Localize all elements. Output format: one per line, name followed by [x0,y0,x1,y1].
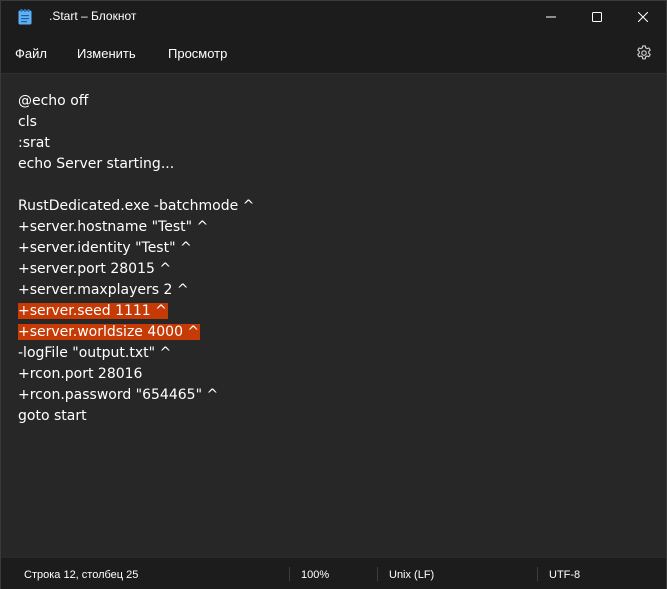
zoom-level[interactable]: 100% [301,569,329,581]
editor-line: +rcon.port 28016 [18,366,143,382]
editor-line: RustDedicated.exe -batchmode ^ [18,198,255,214]
selected-text: +server.worldsize 4000 ^ [18,324,201,340]
encoding[interactable]: UTF-8 [549,569,580,581]
close-button[interactable] [620,1,666,33]
editor-line: cls [18,114,37,130]
editor-line: +server.identity "Test" ^ [18,240,192,256]
editor-line: echo Server starting... [18,156,175,172]
menu-edit[interactable]: Изменить [77,46,136,61]
status-bar: Строка 12, столбец 25 100% Unix (LF) UTF… [1,557,666,589]
notepad-icon [18,9,32,25]
editor-content[interactable]: @echo off cls :srat echo Server starting… [18,91,254,427]
line-ending[interactable]: Unix (LF) [389,569,434,581]
cursor-position: Строка 12, столбец 25 [24,569,139,581]
minimize-icon [546,16,556,18]
maximize-icon [592,12,602,22]
window-title: .Start – Блокнот [49,9,137,23]
status-divider [537,567,538,581]
close-icon [638,12,648,22]
editor-line: @echo off [18,93,89,109]
editor-line: -logFile "output.txt" ^ [18,345,172,361]
menu-file[interactable]: Файл [15,46,47,61]
editor-line: +server.port 28015 ^ [18,261,172,277]
editor-line: goto start [18,408,87,424]
selected-text: +server.seed 1111 ^ [18,303,168,319]
notepad-window: .Start – Блокнот Файл Изменить Просмотр [0,0,667,589]
maximize-button[interactable] [574,1,620,33]
editor-line: +rcon.password "654465" ^ [18,387,219,403]
editor-line-selected: +server.seed 1111 ^ [18,301,254,322]
editor-line: :srat [18,135,50,151]
menu-bar: Файл Изменить Просмотр [1,33,666,73]
text-editor[interactable]: @echo off cls :srat echo Server starting… [1,73,666,557]
gear-icon[interactable] [635,44,653,62]
editor-line: +server.maxplayers 2 ^ [18,282,189,298]
status-divider [289,567,290,581]
editor-line-selected: +server.worldsize 4000 ^ [18,322,254,343]
minimize-button[interactable] [528,1,574,33]
editor-line: +server.hostname "Test" ^ [18,219,209,235]
menu-view[interactable]: Просмотр [168,46,227,61]
title-bar[interactable]: .Start – Блокнот [1,1,666,33]
status-divider [377,567,378,581]
